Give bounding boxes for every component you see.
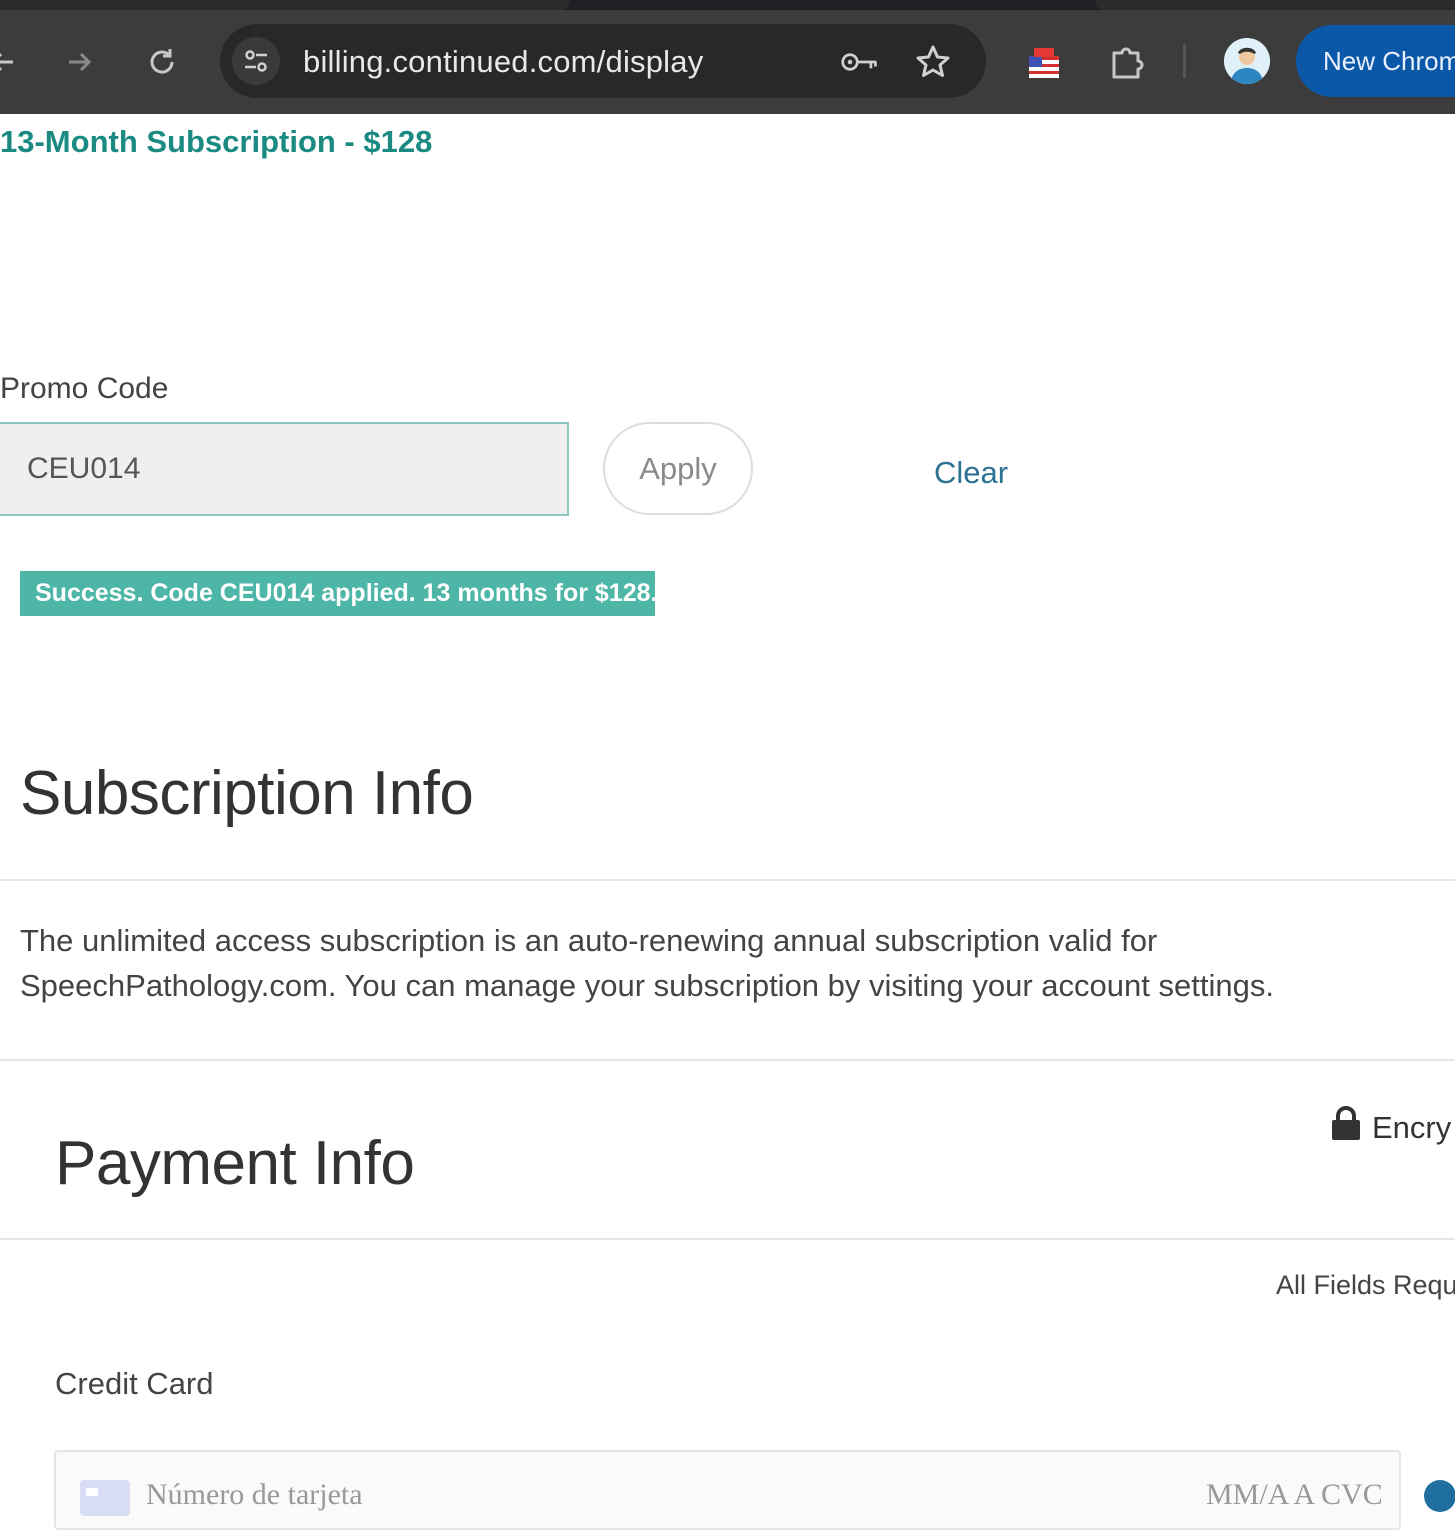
forward-button[interactable] <box>56 38 104 86</box>
url-text[interactable]: billing.continued.com/display <box>303 44 703 80</box>
card-brand-icon <box>80 1480 130 1516</box>
site-info-icon <box>245 50 267 72</box>
all-fields-required-label: All Fields Requ <box>1276 1270 1455 1300</box>
tab[interactable] <box>0 0 570 10</box>
password-key-button[interactable] <box>840 42 880 82</box>
extensions-button[interactable] <box>1103 38 1151 86</box>
subscription-info-heading: Subscription Info <box>20 759 474 828</box>
new-chrome-button[interactable]: New Chrome <box>1296 25 1455 97</box>
card-input-field[interactable]: Número de tarjeta MM/A A CVC <box>54 1450 1401 1530</box>
tab-strip <box>0 0 1455 10</box>
encrypted-notice: Encry <box>1330 1106 1451 1148</box>
flag-extension-icon <box>1029 48 1059 78</box>
card-number-placeholder[interactable]: Número de tarjeta <box>146 1478 363 1512</box>
flag-extension-button[interactable] <box>1020 38 1068 86</box>
browser-toolbar: billing.continued.com/display New Chrom <box>0 0 1455 114</box>
bookmark-star-button[interactable] <box>913 42 953 82</box>
apply-button[interactable]: Apply <box>603 422 753 515</box>
star-icon <box>916 45 950 77</box>
reload-icon <box>150 49 174 74</box>
avatar[interactable] <box>1224 38 1270 84</box>
product-title: 13-Month Subscription - $128 <box>0 124 433 159</box>
divider <box>0 1059 1455 1061</box>
profile-avatar-image <box>1224 38 1270 84</box>
encrypted-label: Encry <box>1372 1110 1452 1145</box>
back-arrow-icon <box>0 53 13 71</box>
credit-card-label: Credit Card <box>55 1366 214 1401</box>
back-button[interactable] <box>0 38 26 86</box>
expiry-cvc-placeholder[interactable]: MM/A A CVC <box>1206 1478 1383 1512</box>
subscription-description: The unlimited access subscription is an … <box>20 923 1274 1003</box>
clear-link[interactable]: Clear <box>934 455 1008 491</box>
reload-button[interactable] <box>138 38 186 86</box>
payment-info-heading: Payment Info <box>55 1129 415 1198</box>
key-icon <box>841 53 877 71</box>
promo-code-input[interactable]: CEU014 <box>0 422 569 516</box>
address-bar[interactable]: billing.continued.com/display <box>220 24 986 98</box>
info-icon[interactable] <box>1424 1480 1455 1512</box>
promo-success-message: Success. Code CEU014 applied. 13 months … <box>20 571 657 616</box>
site-info-button[interactable] <box>232 37 280 85</box>
tab[interactable] <box>1095 0 1455 10</box>
toolbar-separator <box>1183 44 1186 78</box>
forward-arrow-icon <box>69 52 92 72</box>
puzzle-extension-icon <box>1112 47 1144 79</box>
divider <box>0 879 1455 881</box>
divider <box>0 1238 1455 1240</box>
promo-code-label: Promo Code <box>0 372 169 405</box>
lock-icon <box>1330 1106 1362 1148</box>
